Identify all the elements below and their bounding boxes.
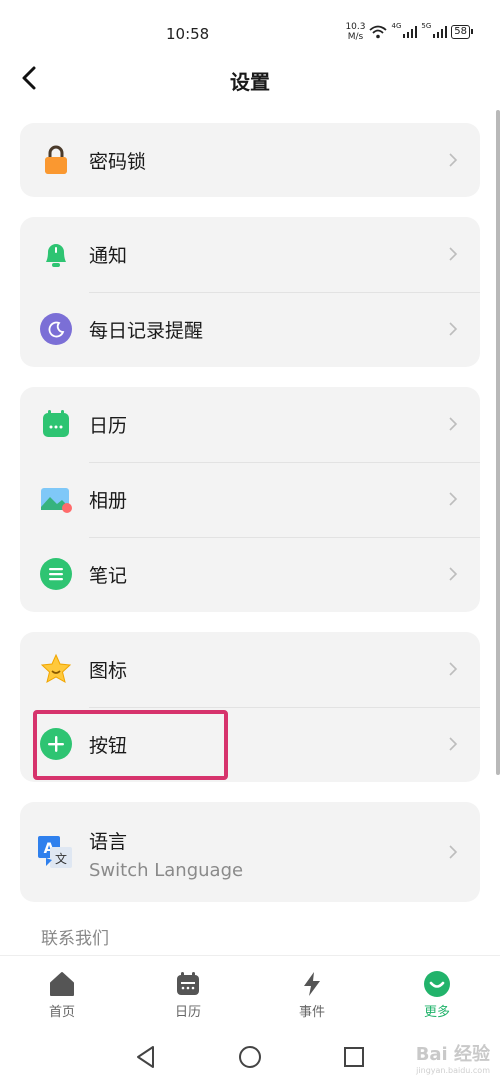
bell-icon (46, 244, 66, 267)
calendar-icon (43, 410, 69, 437)
chevron-right-icon (449, 567, 458, 581)
recents-square-icon[interactable] (341, 1044, 367, 1070)
translate-icon: A 文 (38, 836, 72, 868)
tab-events[interactable]: 事件 (272, 970, 352, 1020)
home-icon (50, 972, 74, 996)
chevron-right-icon (449, 737, 458, 751)
card-features: 日历 相册 笔记 (20, 387, 480, 612)
settings-item-calendar[interactable]: 日历 (20, 387, 480, 461)
status-bar: 10:58 10.3 M/s 4G 5G 58 (0, 0, 500, 60)
chevron-right-icon (449, 417, 458, 431)
tab-more[interactable]: 更多 (397, 970, 477, 1020)
chevron-right-icon (449, 662, 458, 676)
chevron-right-icon (449, 845, 458, 859)
scrollbar[interactable] (496, 110, 500, 775)
photo-album-icon (41, 488, 72, 513)
calendar-icon (177, 972, 199, 995)
card-notifications: 通知 每日记录提醒 (20, 217, 480, 367)
watermark: Bai 经验 jingyan.baidu.com (415, 1044, 490, 1075)
settings-item-notes[interactable]: 笔记 (20, 537, 480, 611)
tab-home[interactable]: 首页 (22, 970, 102, 1020)
star-icon (40, 653, 72, 683)
card-security: 密码锁 (20, 123, 480, 197)
lock-icon (45, 145, 67, 174)
settings-item-password-lock[interactable]: 密码锁 (20, 123, 480, 197)
section-contact-us: 联系我们 (41, 929, 109, 949)
settings-item-language[interactable]: A 文 语言 Switch Language (20, 802, 480, 902)
bottom-tab-bar: 首页 日历 事件 更多 (0, 955, 500, 1030)
chevron-right-icon (449, 492, 458, 506)
status-time: 10:58 (166, 25, 210, 43)
highlight-box (33, 710, 228, 780)
settings-item-album[interactable]: 相册 (20, 462, 480, 536)
status-icons: 10.3 M/s 4G 5G 58 (345, 22, 473, 42)
battery-indicator: 58 (451, 25, 473, 39)
network-speed: 10.3 M/s (345, 22, 366, 42)
moon-clock-icon (40, 313, 72, 345)
chevron-right-icon (449, 322, 458, 336)
signal-icon (403, 26, 418, 38)
settings-item-daily-reminder[interactable]: 每日记录提醒 (20, 292, 480, 366)
back-triangle-icon[interactable] (133, 1044, 159, 1070)
notes-icon (40, 558, 72, 590)
chevron-right-icon (449, 247, 458, 261)
card-language: A 文 语言 Switch Language (20, 802, 480, 902)
smile-icon (424, 971, 450, 997)
tab-calendar[interactable]: 日历 (148, 970, 228, 1020)
chevron-right-icon (449, 153, 458, 167)
settings-item-icon[interactable]: 图标 (20, 632, 480, 706)
wifi-icon (369, 25, 388, 39)
page-title: 设置 (230, 70, 270, 94)
settings-item-notify[interactable]: 通知 (20, 217, 480, 291)
header: 设置 (0, 60, 500, 100)
signal-icon (433, 26, 448, 38)
svg-text:文: 文 (55, 851, 67, 866)
home-circle-icon[interactable] (237, 1044, 263, 1070)
lightning-icon (304, 972, 320, 996)
